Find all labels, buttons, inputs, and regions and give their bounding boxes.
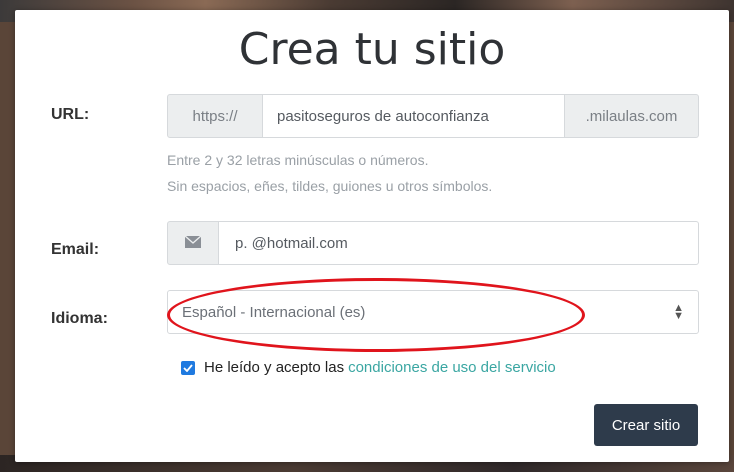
create-site-dialog: Crea tu sitio URL: https:// pasitoseguro… (15, 10, 729, 462)
email-addon (167, 221, 219, 265)
url-label: URL: (51, 106, 90, 123)
subdomain-input[interactable]: pasitoseguros de autoconfianza (262, 94, 565, 138)
envelope-icon (184, 234, 202, 252)
terms-link[interactable]: condiciones de uso del servicio (348, 359, 556, 376)
create-site-button[interactable]: Crear sitio (594, 404, 698, 446)
language-select[interactable]: Español - Internacional (es) ▲ ▼ (167, 290, 699, 334)
email-input[interactable]: p. @hotmail.com (218, 221, 699, 265)
url-help-text-2: Sin espacios, eñes, tildes, guiones u ot… (167, 178, 493, 194)
terms-label: He leído y acepto las (204, 359, 345, 376)
url-suffix-addon: .milaulas.com (564, 94, 699, 138)
terms-checkbox[interactable] (181, 360, 195, 375)
language-selected-value: Español - Internacional (es) (182, 303, 366, 321)
dialog-title: Crea tu sitio (238, 24, 506, 75)
language-label: Idioma: (51, 310, 108, 327)
terms-row: He leído y acepto las condiciones de uso… (181, 359, 556, 376)
url-help-text-1: Entre 2 y 32 letras minúsculas o números… (167, 152, 429, 168)
url-prefix-addon: https:// (167, 94, 263, 138)
email-label: Email: (51, 241, 100, 258)
select-updown-icon: ▲ ▼ (673, 302, 684, 322)
checkmark-icon (183, 363, 193, 372)
